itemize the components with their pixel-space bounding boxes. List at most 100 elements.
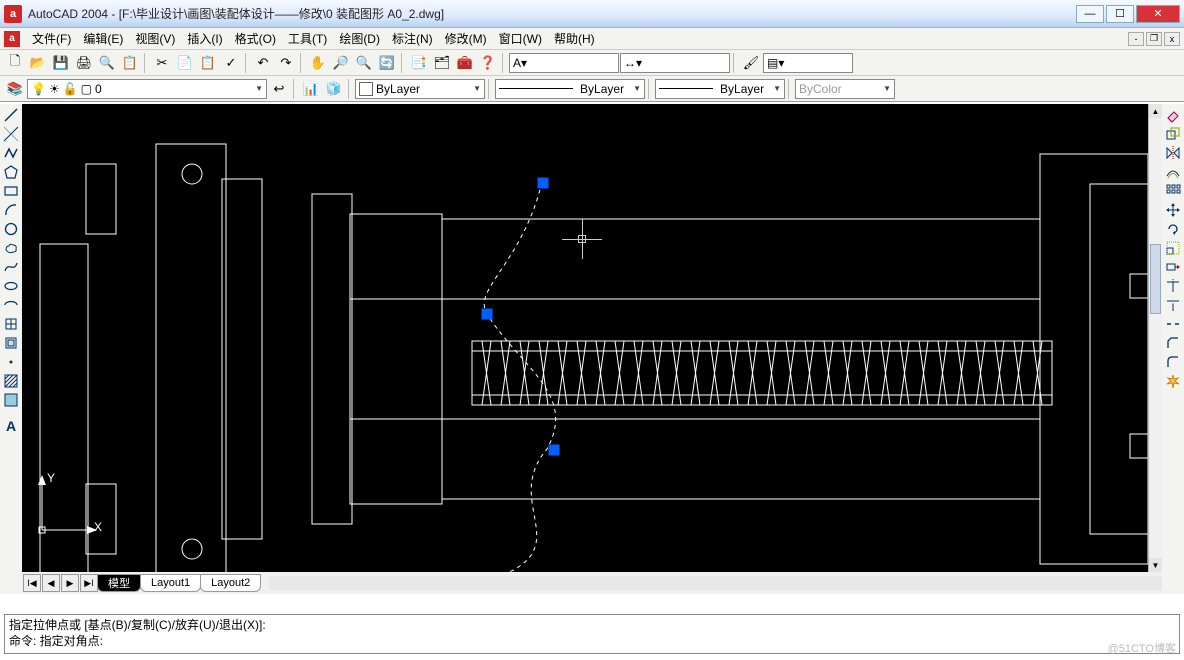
undo-button[interactable]: ↶ [252,52,274,74]
match-button[interactable]: ✓ [220,52,242,74]
point-tool[interactable] [1,353,21,371]
ellipse-tool[interactable] [1,277,21,295]
plotstyle-dropdown[interactable]: ByColor ▼ [795,79,895,99]
menu-view[interactable]: 视图(V) [129,28,181,49]
style-dropdown[interactable]: A▾ [509,53,619,73]
line-tool[interactable] [1,106,21,124]
spline-tool[interactable] [1,258,21,276]
vertical-scrollbar[interactable]: ▲ ▼ [1148,104,1162,572]
tools-button[interactable]: 🧰 [454,52,476,74]
watermark: @51CTO博客 [1108,640,1176,656]
copy-tool[interactable] [1163,125,1183,143]
insert-block-tool[interactable] [1,315,21,333]
dim-style-dropdown[interactable]: ↔▾ [620,53,730,73]
tab-layout2[interactable]: Layout2 [200,574,261,592]
layer-dropdown[interactable]: 💡 ☀ 🔓 ▢ 0 ▼ [27,79,267,99]
cut-button[interactable]: ✂ [151,52,173,74]
menu-draw[interactable]: 绘图(D) [333,28,386,49]
array-tool[interactable] [1163,182,1183,200]
zoom-prev-button[interactable]: 🔄 [376,52,398,74]
zoom-rt-button[interactable]: 🔎 [330,52,352,74]
horizontal-scrollbar[interactable] [269,576,1162,590]
extend-tool[interactable] [1163,296,1183,314]
save-button[interactable]: 💾 [50,52,72,74]
properties-toolbar: 📚 💡 ☀ 🔓 ▢ 0 ▼ ↩ 📊 🧊 ByLayer ▼ ByLayer ▼ … [0,76,1184,102]
drawing-canvas[interactable]: Y X [22,104,1148,572]
new-button[interactable]: 🗋 [4,52,26,74]
menu-insert[interactable]: 插入(I) [181,28,228,49]
explode-tool[interactable] [1163,372,1183,390]
fillet-tool[interactable] [1163,353,1183,371]
make-block-tool[interactable] [1,334,21,352]
tab-prev-button[interactable]: ◀ [42,574,60,592]
mirror-tool[interactable] [1163,144,1183,162]
rectangle-tool[interactable] [1,182,21,200]
pan-button[interactable]: ✋ [307,52,329,74]
tab-next-button[interactable]: ▶ [61,574,79,592]
scale-tool[interactable] [1163,239,1183,257]
construction-line-tool[interactable] [1,125,21,143]
menu-help[interactable]: 帮助(H) [548,28,601,49]
tab-last-button[interactable]: ▶I [80,574,98,592]
minimize-button[interactable]: — [1076,5,1104,23]
lineweight-dropdown[interactable]: ByLayer ▼ [655,79,785,99]
ellipse-arc-tool[interactable] [1,296,21,314]
layer-states-button[interactable]: 📊 [300,78,322,100]
close-button[interactable]: ✕ [1136,5,1180,23]
polyline-tool[interactable] [1,144,21,162]
menu-tools[interactable]: 工具(T) [282,28,333,49]
doc-restore-button[interactable]: ❐ [1146,32,1162,46]
color-swatch-icon [359,82,373,96]
linetype-dropdown[interactable]: ByLayer ▼ [495,79,645,99]
paste-button[interactable]: 📋 [197,52,219,74]
offset-tool[interactable] [1163,163,1183,181]
erase-tool[interactable] [1163,106,1183,124]
zoom-win-button[interactable]: 🔍 [353,52,375,74]
cmd-prompt-line: 命令: 指定对角点: [9,633,1175,649]
tab-first-button[interactable]: I◀ [23,574,41,592]
open-button[interactable]: 📂 [27,52,49,74]
tab-model[interactable]: 模型 [97,574,141,592]
print-button[interactable]: 🖨 [73,52,95,74]
doc-minimize-button[interactable]: - [1128,32,1144,46]
table-style-dropdown[interactable]: ▤▾ [763,53,853,73]
layer-tool-button[interactable]: 🧊 [323,78,345,100]
properties-button[interactable]: 📑 [408,52,430,74]
rotate-tool[interactable] [1163,220,1183,238]
scroll-down-button[interactable]: ▼ [1149,558,1162,572]
dc-button[interactable]: 🗂 [431,52,453,74]
redo-button[interactable]: ↷ [275,52,297,74]
text-tool[interactable]: A [1,417,21,435]
menu-modify[interactable]: 修改(M) [439,28,493,49]
copy-button[interactable]: 📄 [174,52,196,74]
menu-dim[interactable]: 标注(N) [386,28,439,49]
revcloud-tool[interactable] [1,239,21,257]
prev-layer-button[interactable]: ↩ [268,78,290,100]
help-button[interactable]: ❓ [477,52,499,74]
scroll-thumb[interactable] [1150,244,1161,314]
move-tool[interactable] [1163,201,1183,219]
command-line[interactable]: 指定拉伸点或 [基点(B)/复制(C)/放弃(U)/退出(X)]: 命令: 指定… [4,614,1180,654]
region-tool[interactable] [1,391,21,409]
menu-format[interactable]: 格式(O) [229,28,282,49]
trim-tool[interactable] [1163,277,1183,295]
menu-edit[interactable]: 编辑(E) [77,28,129,49]
preview-button[interactable]: 🔍 [96,52,118,74]
scroll-up-button[interactable]: ▲ [1149,104,1162,118]
color-dropdown[interactable]: ByLayer ▼ [355,79,485,99]
hatch-tool[interactable] [1,372,21,390]
maximize-button[interactable]: ☐ [1106,5,1134,23]
circle-tool[interactable] [1,220,21,238]
stretch-tool[interactable] [1163,258,1183,276]
brush-button[interactable]: 🖌 [740,52,762,74]
polygon-tool[interactable] [1,163,21,181]
layers-button[interactable]: 📚 [4,78,26,100]
break-tool[interactable] [1163,315,1183,333]
menu-window[interactable]: 窗口(W) [493,28,548,49]
doc-close-button[interactable]: x [1164,32,1180,46]
arc-tool[interactable] [1,201,21,219]
menu-file[interactable]: 文件(F) [26,28,77,49]
tab-layout1[interactable]: Layout1 [140,574,201,592]
send-button[interactable]: 📋 [119,52,141,74]
chamfer-tool[interactable] [1163,334,1183,352]
